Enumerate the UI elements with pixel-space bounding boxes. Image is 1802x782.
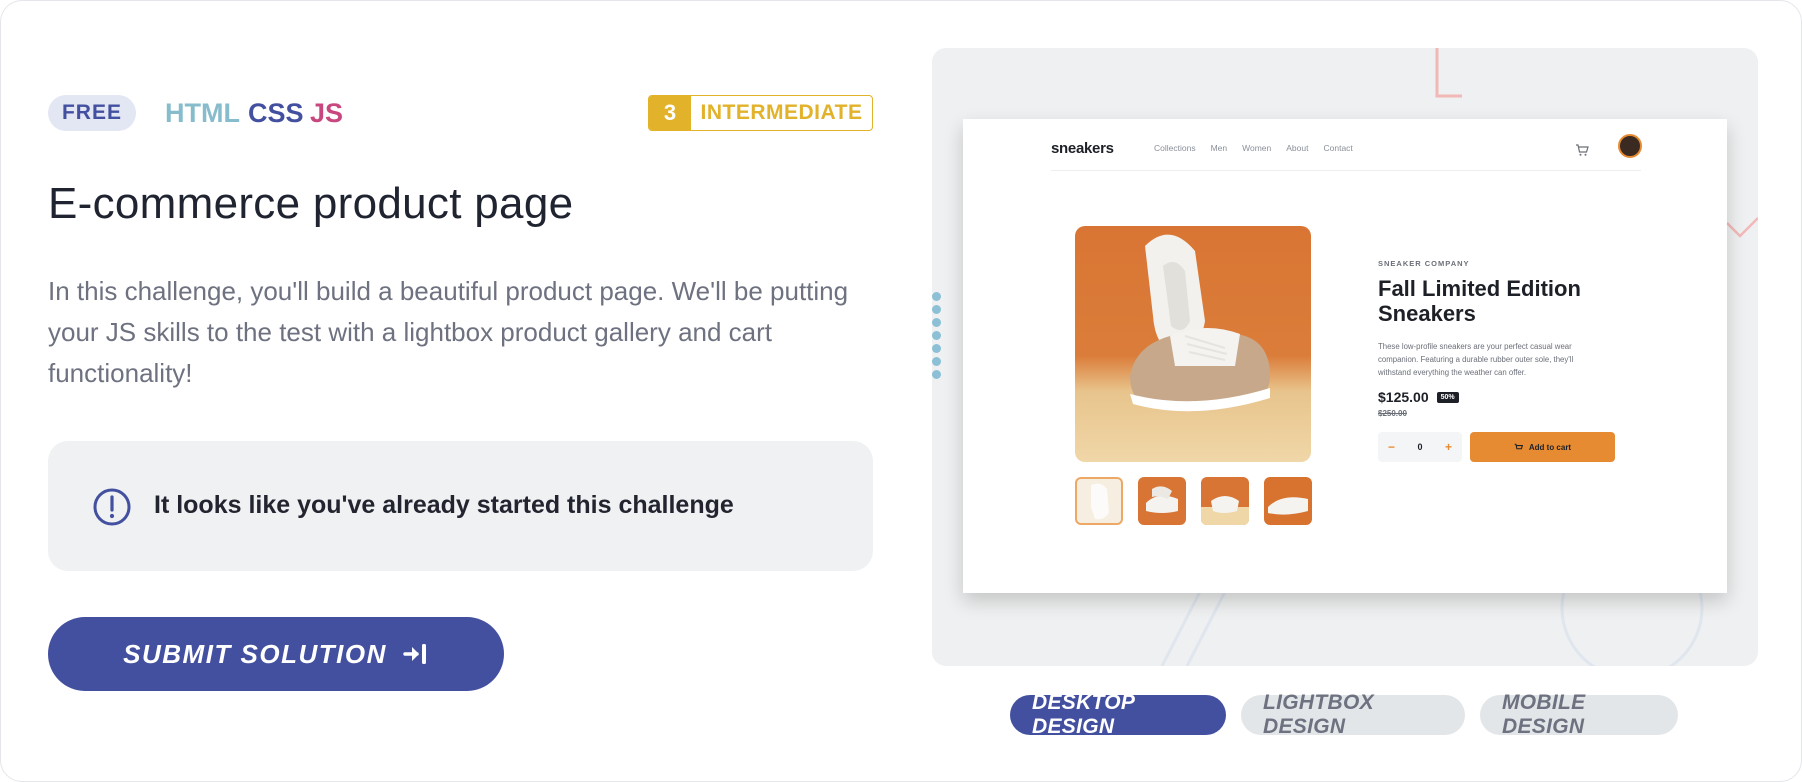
preview-nav-links: Collections Men Women About Contact — [1154, 143, 1353, 153]
exclamation-circle-icon — [93, 488, 131, 526]
preview-discount-badge: 50% — [1436, 391, 1459, 403]
plus-icon: + — [1444, 440, 1452, 454]
preview-nav-link: Women — [1242, 143, 1272, 153]
avatar — [1618, 134, 1642, 158]
js-tag: JS — [310, 98, 344, 128]
tab-lightbox-design[interactable]: LIGHTBOX DESIGN — [1241, 691, 1465, 738]
preview-product-desc: These low-profile sneakers are your perf… — [1378, 342, 1574, 377]
challenge-description: In this challenge, you'll build a beauti… — [48, 276, 849, 388]
minus-icon: − — [1388, 440, 1396, 454]
tab-mobile-design[interactable]: MOBILE DESIGN — [1480, 691, 1678, 738]
difficulty-label: INTERMEDIATE — [700, 101, 863, 124]
sign-in-arrow-icon — [403, 644, 426, 664]
preview-nav-link: Men — [1210, 143, 1228, 153]
preview-actions: − 0 + Add to cart — [1378, 432, 1618, 462]
challenge-info: FREE HTML CSS JS 3 INTERMEDIATE E-commer… — [48, 95, 873, 691]
difficulty-badge: 3 INTERMEDIATE — [648, 95, 873, 131]
design-tabs: DESKTOP DESIGN LIGHTBOX DESIGN MOBILE DE… — [1010, 691, 1678, 738]
thumbnail-image[interactable] — [1201, 477, 1249, 525]
css-tag: CSS — [248, 98, 304, 128]
submit-solution-button[interactable]: SUBMIT SOLUTION — [48, 617, 504, 691]
design-preview: sneakers Collections Men Women About Con… — [932, 48, 1758, 666]
desktop-screenshot[interactable]: sneakers Collections Men Women About Con… — [963, 119, 1727, 593]
preview-navbar: sneakers Collections Men Women About Con… — [1051, 133, 1642, 171]
product-main-image — [1075, 226, 1311, 462]
html-tag: HTML — [165, 98, 240, 128]
preview-nav-link: Collections — [1154, 143, 1196, 153]
preview-nav-link: About — [1286, 143, 1309, 153]
preview-old-price: $250.00 — [1378, 409, 1407, 418]
thumbnail-image[interactable] — [1138, 477, 1186, 525]
preview-qty-value: 0 — [1417, 442, 1423, 452]
started-notice: It looks like you've already started thi… — [48, 441, 873, 571]
preview-company: SNEAKER COMPANY — [1378, 259, 1470, 268]
challenge-card: FREE HTML CSS JS 3 INTERMEDIATE E-commer… — [0, 0, 1802, 782]
thumbnail-strip — [1075, 477, 1312, 525]
preview-logo: sneakers — [1051, 140, 1114, 157]
preview-nav-link: Contact — [1323, 143, 1353, 153]
submit-label: SUBMIT SOLUTION — [123, 638, 387, 669]
cart-icon — [1514, 443, 1523, 449]
free-badge: FREE — [48, 95, 136, 131]
preview-quantity-stepper: − 0 + — [1378, 432, 1462, 462]
tag-row: FREE HTML CSS JS 3 INTERMEDIATE — [48, 95, 873, 131]
preview-product-info: SNEAKER COMPANY Fall Limited Edition Sne… — [1378, 259, 1618, 462]
notice-text: It looks like you've already started thi… — [154, 491, 734, 519]
preview-add-to-cart-button: Add to cart — [1470, 432, 1615, 462]
challenge-title: E-commerce product page — [48, 179, 574, 228]
tab-desktop-design[interactable]: DESKTOP DESIGN — [1010, 691, 1226, 738]
dots-decoration — [932, 292, 941, 379]
preview-add-to-cart-label: Add to cart — [1528, 442, 1572, 452]
thumbnail-image[interactable] — [1075, 477, 1123, 525]
difficulty-number: 3 — [649, 96, 691, 130]
thumbnail-image[interactable] — [1264, 477, 1312, 525]
preview-price: $125.00 — [1378, 389, 1429, 405]
preview-product-name: Fall Limited Edition Sneakers — [1378, 276, 1581, 326]
cart-icon — [1576, 144, 1589, 156]
preview-price-row: $125.00 50% — [1378, 389, 1618, 405]
